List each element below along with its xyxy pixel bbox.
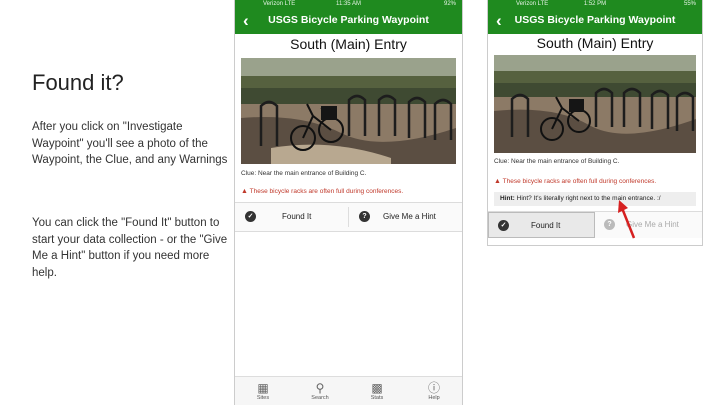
warning-text-row: ▲ These bicycle racks are often full dur… bbox=[241, 188, 403, 195]
slide-paragraph-2: You can click the "Found It" button to s… bbox=[32, 217, 228, 279]
app-title: USGS Bicycle Parking Waypoint bbox=[514, 14, 676, 26]
found-it-label: Found It bbox=[531, 221, 561, 230]
tab-search[interactable]: ⚲ Search bbox=[300, 379, 340, 401]
search-icon: ⚲ bbox=[315, 381, 325, 395]
waypoint-photo bbox=[241, 58, 456, 164]
give-hint-label: Give Me a Hint bbox=[383, 212, 436, 221]
waypoint-title: South (Main) Entry bbox=[536, 35, 654, 51]
app-title: USGS Bicycle Parking Waypoint bbox=[268, 14, 429, 26]
bar-chart-icon: ▩ bbox=[371, 381, 383, 395]
clock-label: 11:35 AM bbox=[336, 1, 361, 7]
tab-sites[interactable]: ▦ Sites bbox=[243, 379, 283, 401]
status-bar: Verizon LTE 11:35 AM 92% bbox=[235, 0, 462, 9]
battery-label: 55% bbox=[683, 1, 696, 7]
check-circle-icon: ✓ bbox=[245, 211, 256, 222]
found-it-label: Found It bbox=[282, 212, 312, 221]
tab-help-label: Help bbox=[428, 395, 440, 401]
warning-text-row: ▲ These bicycle racks are often full dur… bbox=[494, 178, 656, 185]
tab-sites-label: Sites bbox=[256, 395, 270, 401]
found-it-button[interactable]: ✓ Found It bbox=[235, 203, 348, 231]
warning-icon: ▲ bbox=[494, 178, 501, 185]
hint-label: Hint: bbox=[500, 195, 515, 202]
question-circle-icon: ? bbox=[604, 219, 615, 230]
give-hint-button[interactable]: ? Give Me a Hint bbox=[349, 203, 462, 231]
app-bar: Verizon LTE 1:52 PM 55% ‹ USGS Bicycle P… bbox=[488, 0, 702, 34]
phone-screenshot-1: Verizon LTE 11:35 AM 92% ‹ USGS Bicycle … bbox=[234, 0, 463, 405]
tab-search-label: Search bbox=[311, 395, 329, 401]
bottom-tab-bar: ▦ Sites ⚲ Search ▩ Stats ⓘ Help bbox=[235, 376, 462, 405]
hint-banner: Hint: Hint? It's literally right next to… bbox=[494, 192, 696, 206]
app-bar: Verizon LTE 11:35 AM 92% ‹ USGS Bicycle … bbox=[235, 0, 462, 34]
found-it-button[interactable]: ✓ Found It bbox=[488, 212, 595, 238]
question-circle-icon: ? bbox=[359, 211, 370, 222]
warning-text: These bicycle racks are often full durin… bbox=[249, 188, 404, 195]
waypoint-title: South (Main) Entry bbox=[290, 36, 407, 52]
clue-text: Clue: Near the main entrance of Building… bbox=[494, 158, 620, 165]
give-hint-button[interactable]: ? Give Me a Hint bbox=[596, 212, 702, 238]
clock-label: 1:52 PM bbox=[583, 1, 607, 7]
warning-icon: ▲ bbox=[241, 188, 248, 195]
action-button-row: ✓ Found It ? Give Me a Hint bbox=[235, 202, 462, 232]
waypoint-photo bbox=[494, 55, 696, 153]
red-arrow-annotation bbox=[618, 200, 636, 239]
help-icon: ⓘ bbox=[427, 381, 440, 395]
slide-title: Found it? bbox=[32, 70, 124, 95]
tab-help[interactable]: ⓘ Help bbox=[414, 379, 454, 401]
check-circle-icon: ✓ bbox=[498, 220, 509, 231]
action-button-row: ✓ Found It ? Give Me a Hint bbox=[488, 211, 702, 238]
warning-text: These bicycle racks are often full durin… bbox=[502, 178, 657, 185]
battery-label: 92% bbox=[443, 1, 456, 7]
slide-paragraph-1: After you click on "Investigate Waypoint… bbox=[32, 121, 228, 166]
map-icon: ▦ bbox=[257, 381, 269, 395]
phone-screenshot-2: Verizon LTE 1:52 PM 55% ‹ USGS Bicycle P… bbox=[487, 0, 703, 246]
clue-text: Clue: Near the main entrance of Building… bbox=[241, 170, 367, 177]
status-bar: Verizon LTE 1:52 PM 55% bbox=[488, 0, 702, 9]
tab-stats-label: Stats bbox=[370, 395, 384, 401]
tab-stats[interactable]: ▩ Stats bbox=[357, 379, 397, 401]
